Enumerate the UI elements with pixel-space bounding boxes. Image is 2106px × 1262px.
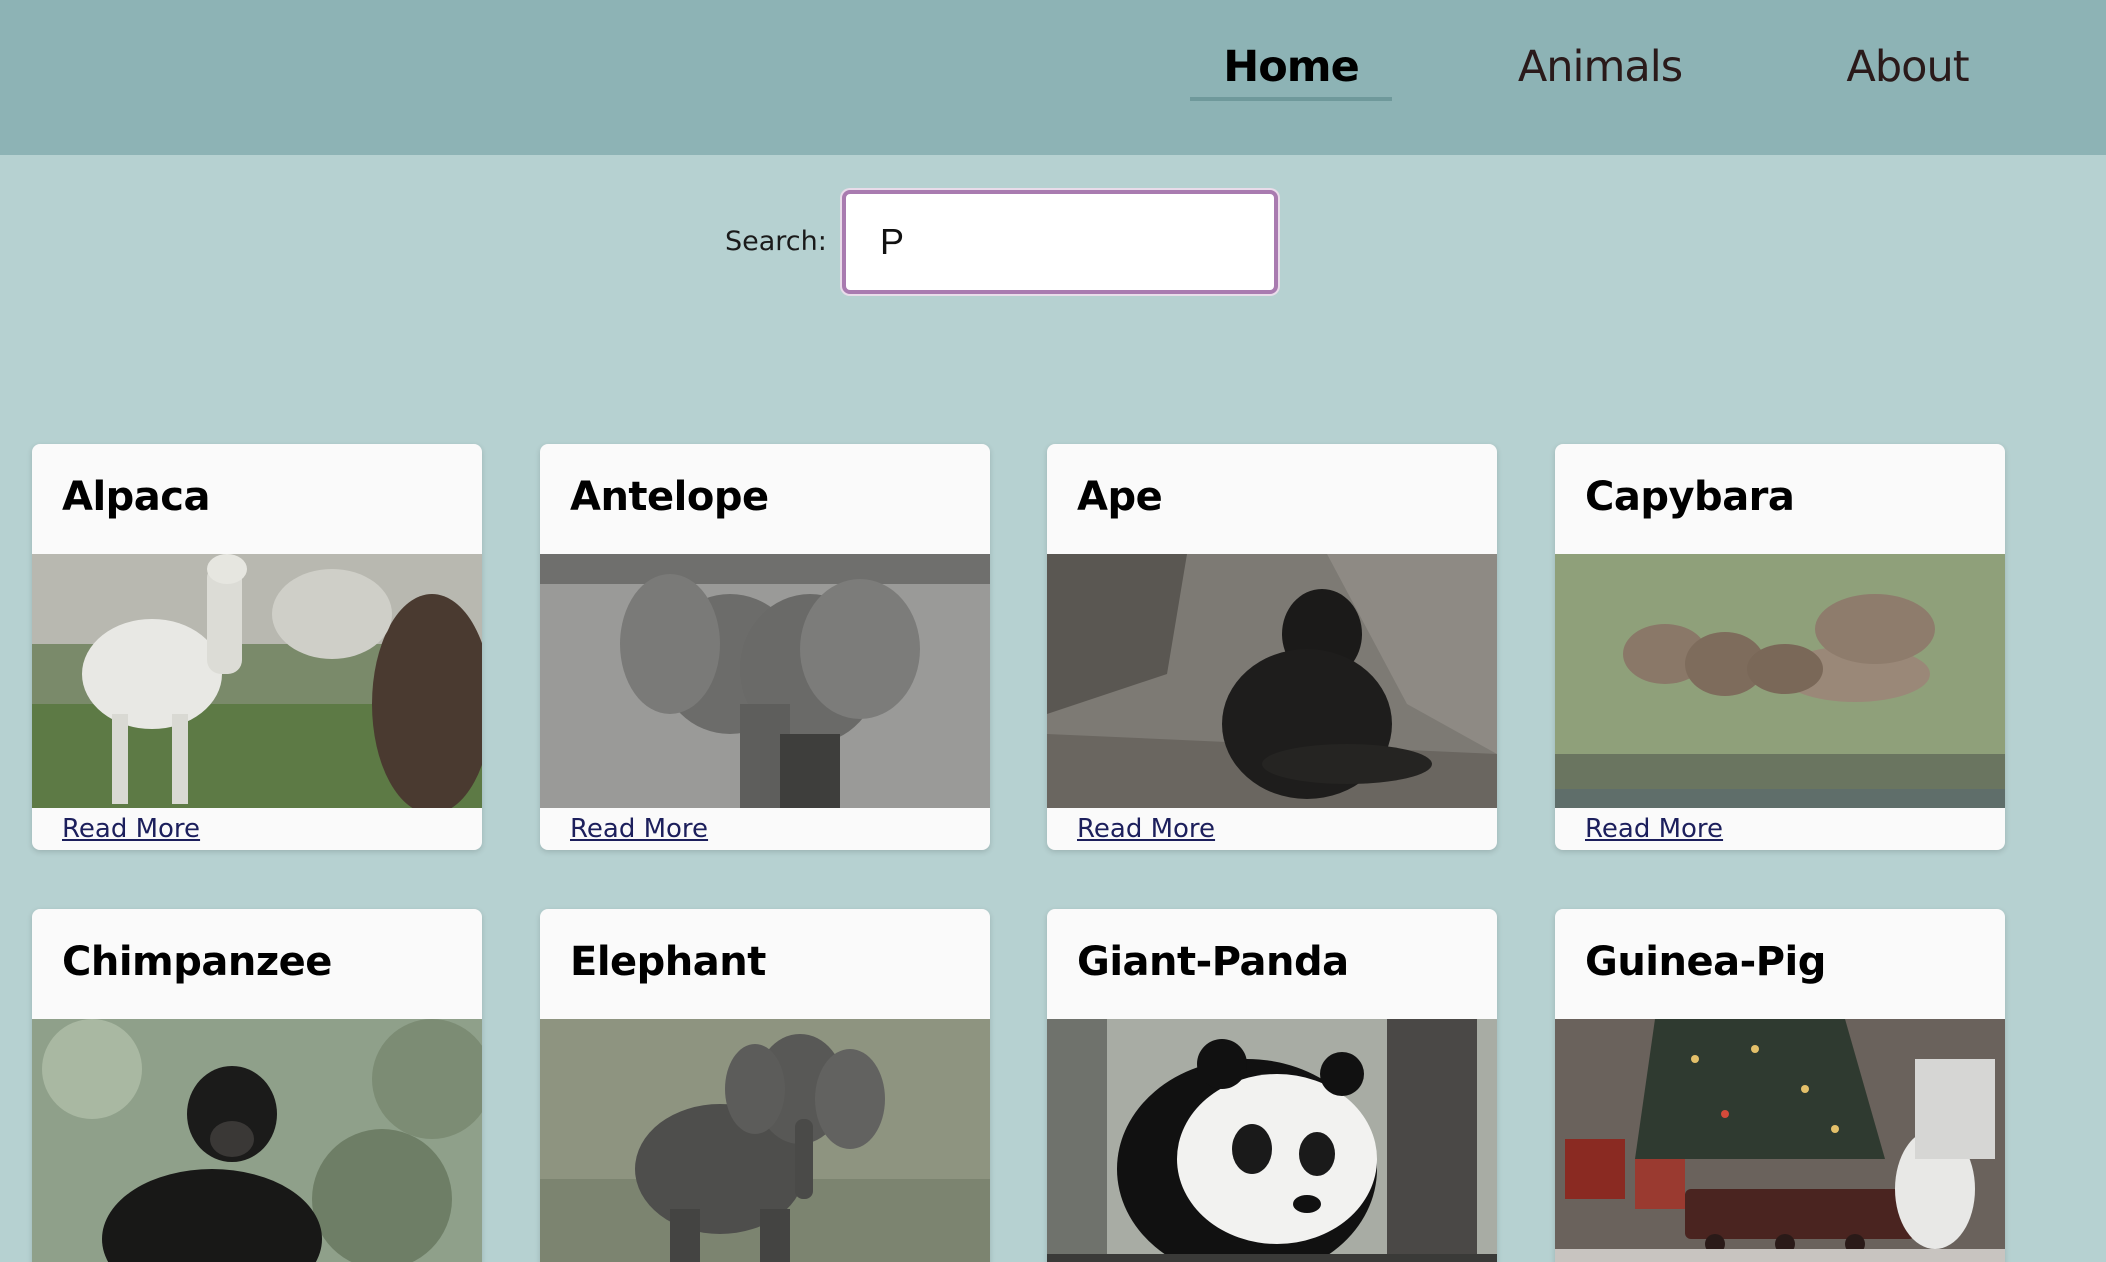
- card-title: Ape: [1077, 474, 1163, 520]
- card-title: Giant-Panda: [1077, 939, 1349, 985]
- card-title: Elephant: [570, 939, 766, 985]
- animal-card-elephant: Elephant: [540, 909, 990, 1262]
- animal-card-chimpanzee: Chimpanzee: [32, 909, 482, 1262]
- guinea-pig-image: [1555, 1019, 2005, 1262]
- elephant-image: [540, 1019, 990, 1262]
- animal-card-guinea-pig: Guinea-Pig: [1555, 909, 2005, 1262]
- animal-card-alpaca: Alpaca Read More: [32, 444, 482, 850]
- read-more-link[interactable]: Read More: [62, 814, 200, 844]
- animal-card-ape: Ape Read More: [1047, 444, 1497, 850]
- giant-panda-image: [1047, 1019, 1497, 1262]
- antelope-image: [540, 554, 990, 808]
- search-label: Search:: [725, 226, 827, 257]
- nav-home-link[interactable]: Home: [1190, 42, 1392, 102]
- card-title: Chimpanzee: [62, 939, 332, 985]
- card-title: Alpaca: [62, 474, 211, 520]
- capybara-image: [1555, 554, 2005, 808]
- active-nav-underline: [1190, 97, 1392, 101]
- nav-about-link[interactable]: About: [1830, 42, 1985, 102]
- animal-card-antelope: Antelope Read More: [540, 444, 990, 850]
- card-title: Guinea-Pig: [1585, 939, 1826, 985]
- chimpanzee-image: [32, 1019, 482, 1262]
- read-more-link[interactable]: Read More: [1585, 814, 1723, 844]
- nav-animals-link[interactable]: Animals: [1500, 42, 1700, 102]
- read-more-link[interactable]: Read More: [570, 814, 708, 844]
- read-more-link[interactable]: Read More: [1077, 814, 1215, 844]
- animal-card-giant-panda: Giant-Panda: [1047, 909, 1497, 1262]
- alpaca-image: [32, 554, 482, 808]
- ape-image: [1047, 554, 1497, 808]
- animal-card-capybara: Capybara Read More: [1555, 444, 2005, 850]
- card-title: Antelope: [570, 474, 769, 520]
- search-input[interactable]: [842, 190, 1278, 294]
- navbar: Home Animals About: [0, 0, 2106, 155]
- card-title: Capybara: [1585, 474, 1795, 520]
